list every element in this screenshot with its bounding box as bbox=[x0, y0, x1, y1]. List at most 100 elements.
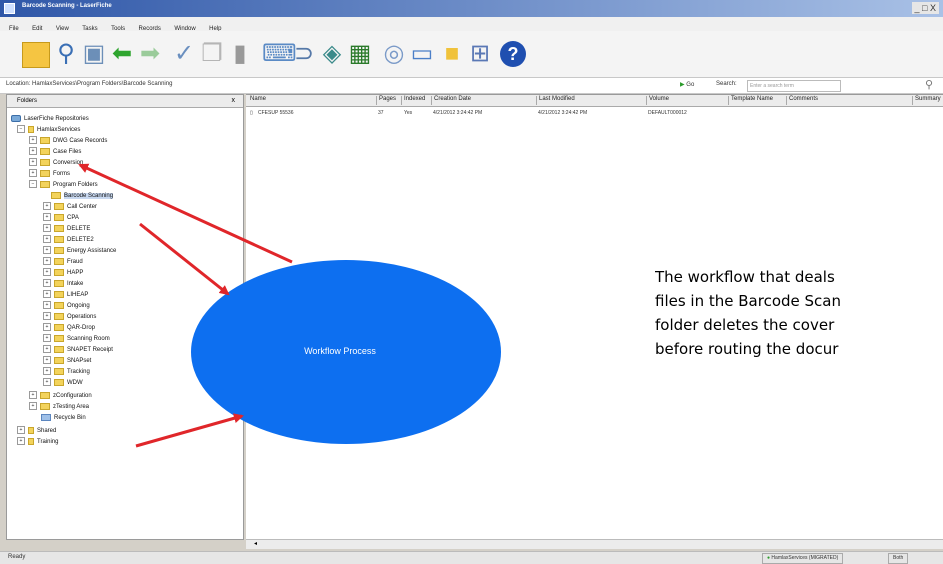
go-button[interactable]: ▶ Go bbox=[680, 81, 694, 88]
column-header-pages[interactable]: Pages bbox=[376, 96, 396, 105]
folder-icon bbox=[54, 378, 64, 386]
expand-icon[interactable]: + bbox=[43, 268, 51, 277]
column-header-template-name[interactable]: Template Name bbox=[728, 96, 773, 105]
expand-icon[interactable]: + bbox=[43, 356, 51, 365]
tree-item[interactable]: + SNAPset bbox=[43, 356, 91, 366]
grid-icon[interactable]: ⊞ bbox=[466, 40, 494, 68]
tree-item[interactable]: − HamlaxServices bbox=[17, 125, 80, 135]
folder-icon bbox=[54, 268, 64, 276]
tree-item[interactable]: + Call Center bbox=[43, 202, 97, 212]
search-input[interactable]: Enter a search term bbox=[747, 80, 841, 92]
tree-item[interactable]: + Ongoing bbox=[43, 301, 90, 311]
tree-item[interactable]: − Program Folders bbox=[29, 180, 98, 190]
tree-item[interactable]: + Fraud bbox=[43, 257, 83, 267]
expand-icon[interactable]: + bbox=[29, 158, 37, 167]
tree-item[interactable]: + Case Files bbox=[29, 147, 81, 157]
expand-icon[interactable]: + bbox=[43, 246, 51, 255]
refresh-icon[interactable]: ◎ bbox=[380, 40, 408, 68]
expand-icon[interactable]: + bbox=[43, 235, 51, 244]
database-icon bbox=[28, 125, 34, 133]
expand-icon[interactable]: + bbox=[43, 257, 51, 266]
folder-small-icon[interactable]: ■ bbox=[438, 40, 466, 68]
tree-item[interactable]: + Tracking bbox=[43, 367, 90, 377]
expand-icon[interactable]: + bbox=[43, 323, 51, 332]
expand-icon[interactable]: + bbox=[43, 279, 51, 288]
expand-icon[interactable]: + bbox=[43, 224, 51, 233]
folder-icon[interactable] bbox=[22, 42, 50, 68]
column-header-summary[interactable]: Summary bbox=[912, 96, 941, 105]
tree-item[interactable]: + Energy Assistance bbox=[43, 246, 116, 256]
save-icon[interactable]: ▦ bbox=[346, 40, 374, 68]
tree-item-selected[interactable]: Barcode Scanning bbox=[51, 191, 114, 201]
forward-arrow-icon[interactable]: ➡ bbox=[136, 40, 164, 68]
column-header-comments[interactable]: Comments bbox=[786, 96, 818, 105]
expand-icon[interactable]: + bbox=[43, 345, 51, 354]
tree-item[interactable]: + zConfiguration bbox=[29, 391, 92, 401]
tree-item[interactable]: + SNAPET Receipt bbox=[43, 345, 113, 355]
close-icon[interactable]: x bbox=[232, 95, 236, 107]
folders-pane: Folders x LaserFiche Repositories − Hamla… bbox=[6, 94, 244, 540]
column-header-volume[interactable]: Volume bbox=[646, 96, 669, 105]
tree-item[interactable]: + Training bbox=[17, 437, 58, 447]
column-header-last-modified[interactable]: Last Modified bbox=[536, 96, 575, 105]
column-header-creation-date[interactable]: Creation Date bbox=[431, 96, 471, 105]
expand-icon[interactable]: + bbox=[29, 391, 37, 400]
document-icon[interactable]: ▣ bbox=[80, 40, 108, 68]
column-header-indexed[interactable]: Indexed bbox=[401, 96, 425, 105]
tree-item[interactable]: + DWG Case Records bbox=[29, 136, 107, 146]
expand-icon[interactable]: + bbox=[43, 290, 51, 299]
tree-item[interactable]: + DELETE bbox=[43, 224, 90, 234]
expand-icon[interactable]: + bbox=[43, 312, 51, 321]
tree-item[interactable]: + zTesting Area bbox=[29, 402, 89, 412]
column-header-name[interactable]: Name bbox=[248, 96, 266, 105]
search-icon[interactable]: ⚲ bbox=[925, 78, 933, 91]
tree-item[interactable]: + LIHEAP bbox=[43, 290, 88, 300]
expand-icon[interactable]: + bbox=[17, 437, 25, 446]
app-icon bbox=[4, 3, 15, 14]
scroll-left-icon[interactable]: ◂ bbox=[254, 540, 257, 547]
globe-icon[interactable]: ◈ bbox=[318, 40, 346, 68]
horizontal-scrollbar[interactable]: ◂ bbox=[246, 539, 943, 549]
tools-icon[interactable]: ✓ bbox=[170, 40, 198, 68]
expand-icon[interactable]: + bbox=[43, 301, 51, 310]
expand-icon[interactable]: + bbox=[29, 402, 37, 411]
expand-icon[interactable]: + bbox=[29, 147, 37, 156]
tree-item[interactable]: + DELETE2 bbox=[43, 235, 94, 245]
tree-item[interactable]: Recycle Bin bbox=[41, 413, 86, 423]
back-arrow-icon[interactable]: ⬅ bbox=[108, 40, 136, 68]
tree-item[interactable]: + Scanning Room bbox=[43, 334, 110, 344]
expand-icon[interactable]: + bbox=[43, 202, 51, 211]
location-path[interactable]: Location: HamlaxServices\Program Folders… bbox=[6, 81, 172, 87]
expand-icon[interactable]: + bbox=[43, 213, 51, 222]
tree-item[interactable]: + WDW bbox=[43, 378, 83, 388]
status-right: Both bbox=[888, 553, 909, 564]
go-label: Go bbox=[686, 82, 695, 88]
expand-icon[interactable]: + bbox=[29, 136, 37, 145]
link-icon[interactable]: ⊃ bbox=[290, 40, 318, 68]
tree-item[interactable]: + Conversion bbox=[29, 158, 83, 168]
collapse-icon[interactable]: − bbox=[29, 180, 37, 189]
expand-icon[interactable]: + bbox=[43, 378, 51, 387]
expand-icon[interactable]: + bbox=[29, 169, 37, 178]
tree-item[interactable]: + Shared bbox=[17, 426, 56, 436]
tree-item[interactable]: LaserFiche Repositories bbox=[11, 114, 89, 124]
tree-item[interactable]: + Forms bbox=[29, 169, 70, 179]
tree-item[interactable]: + Operations bbox=[43, 312, 96, 322]
panel-icon[interactable]: ▭ bbox=[408, 40, 436, 68]
tree-item[interactable]: + HAPP bbox=[43, 268, 83, 278]
scan-icon[interactable]: ⌨ bbox=[262, 40, 297, 68]
copy-icon[interactable]: ❐ bbox=[198, 40, 226, 68]
window-controls[interactable]: _ □ X bbox=[911, 2, 939, 14]
window-title: Barcode Scanning - LaserFiche bbox=[22, 3, 112, 9]
help-icon[interactable]: ? bbox=[500, 41, 526, 67]
collapse-icon[interactable]: − bbox=[17, 125, 25, 134]
paste-icon[interactable]: ▮ bbox=[226, 40, 254, 68]
search-icon[interactable]: ⚲ bbox=[52, 40, 80, 68]
menu-bar: File Edit View Tasks Tools Records Windo… bbox=[0, 17, 943, 32]
tree-item[interactable]: + CPA bbox=[43, 213, 79, 223]
expand-icon[interactable]: + bbox=[43, 334, 51, 343]
tree-item[interactable]: + Intake bbox=[43, 279, 83, 289]
expand-icon[interactable]: + bbox=[43, 367, 51, 376]
tree-item[interactable]: + QAR-Drop bbox=[43, 323, 95, 333]
expand-icon[interactable]: + bbox=[17, 426, 25, 435]
